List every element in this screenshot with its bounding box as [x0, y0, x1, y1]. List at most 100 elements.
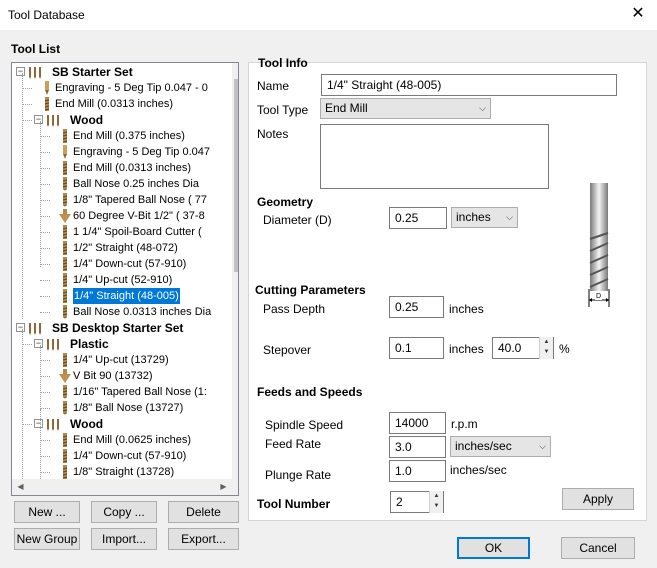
stepover-percent-field[interactable]: 40.0 ▲ ▼: [492, 337, 554, 359]
tree-connector: [40, 216, 50, 217]
tree-horizontal-scrollbar[interactable]: ◀ ▶: [12, 479, 232, 495]
feed-rate-units-select[interactable]: inches/sec ⌵: [450, 436, 551, 457]
tool-tree[interactable]: − SB Starter Set Engraving - 5 Deg Tip 0.0…: [11, 62, 239, 496]
notes-field[interactable]: [320, 124, 549, 189]
tool-group-icon: [28, 65, 42, 79]
feed-rate-field[interactable]: 3.0: [389, 436, 446, 458]
tree-tool-row[interactable]: End Mill (0.0313 inches): [12, 160, 232, 176]
tree-tool-row[interactable]: Ball Nose 0.25 inches Dia: [12, 176, 232, 192]
tree-tool-row[interactable]: 1/4" Straight (48-005): [12, 288, 232, 304]
tree-tool-row[interactable]: Engraving - 5 Deg Tip 0.047: [12, 144, 232, 160]
ball-nose-icon: [58, 193, 72, 207]
close-icon[interactable]: ✕: [627, 4, 649, 24]
copy-tool-button[interactable]: Copy ...: [91, 501, 157, 523]
end-mill-icon: [58, 353, 72, 367]
stepover-percent-value: 40.0: [498, 341, 522, 355]
tree-connector: [40, 280, 50, 281]
collapse-icon[interactable]: −: [16, 67, 25, 76]
end-mill-icon: [58, 225, 72, 239]
tree-tool-row[interactable]: 1/8" Tapered Ball Nose ( 77: [12, 192, 232, 208]
stepover-percent-unit: %: [559, 342, 570, 356]
tree-tool-row[interactable]: 1/16" Tapered Ball Nose (1:: [12, 384, 232, 400]
tree-tool-row[interactable]: Ball Nose 0.0313 inches Dia: [12, 304, 232, 320]
tree-row-label: End Mill (0.0625 inches): [73, 434, 192, 446]
end-mill-icon: [58, 449, 72, 463]
scroll-left-icon[interactable]: ◀: [12, 479, 29, 495]
tree-connector: [22, 424, 32, 425]
import-button[interactable]: Import...: [91, 528, 157, 550]
cancel-button[interactable]: Cancel: [561, 537, 635, 559]
chevron-down-icon: ⌵: [539, 441, 546, 451]
collapse-icon[interactable]: −: [16, 323, 25, 332]
tree-tool-row[interactable]: 1/4" Up-cut (52-910): [12, 272, 232, 288]
diameter-units-select[interactable]: inches ⌵: [451, 207, 518, 228]
tree-tool-row[interactable]: 1/4" Down-cut (57-910): [12, 256, 232, 272]
tree-row-label: 1/16" Tapered Ball Nose (1:: [73, 386, 207, 398]
title-bar: Tool Database ✕: [0, 0, 657, 30]
tree-tool-row[interactable]: 1 1/4" Spoil-Board Cutter (: [12, 224, 232, 240]
tree-connector: [22, 88, 32, 89]
scroll-right-icon[interactable]: ▶: [215, 479, 232, 495]
collapse-icon[interactable]: −: [34, 115, 43, 124]
ok-button[interactable]: OK: [457, 537, 530, 559]
tree-tool-row[interactable]: 1/8" Ball Nose (13727): [12, 400, 232, 416]
plunge-rate-label: Plunge Rate: [265, 468, 332, 482]
tree-row-label: 1/8" Tapered Ball Nose ( 77: [73, 194, 207, 206]
tree-connector: [22, 120, 32, 121]
spin-down-icon[interactable]: ▼: [540, 347, 553, 357]
tree-group-row[interactable]: − Plastic: [12, 336, 232, 352]
tree-row-label: 1/8" Ball Nose (13727): [73, 402, 184, 414]
tree-group-row[interactable]: − SB Starter Set: [12, 64, 232, 80]
new-group-button[interactable]: New Group: [14, 528, 80, 550]
tree-row-label: End Mill (0.0313 inches): [55, 98, 174, 110]
pass-depth-field[interactable]: 0.25: [389, 296, 444, 318]
tool-number-label: Tool Number: [257, 497, 331, 511]
diameter-field[interactable]: 0.25: [389, 207, 447, 229]
tree-tool-row[interactable]: 1/4" Up-cut (13729): [12, 352, 232, 368]
spin-up-icon[interactable]: ▲: [430, 491, 443, 501]
tree-group-row[interactable]: − Wood: [12, 416, 232, 432]
tree-connector: [40, 312, 50, 313]
tree-tool-row[interactable]: 1/8" Straight (13728): [12, 464, 232, 479]
name-field[interactable]: 1/4" Straight (48-005): [321, 74, 617, 96]
stepover-field[interactable]: 0.1: [389, 337, 444, 359]
tree-group-row[interactable]: − SB Desktop Starter Set: [12, 320, 232, 336]
tree-row-label: 60 Degree V-Bit 1/2" ( 37-8: [73, 210, 205, 222]
tool-type-select[interactable]: End Mill ⌵: [320, 98, 491, 119]
tree-tool-row[interactable]: Engraving - 5 Deg Tip 0.047 - 0: [12, 80, 232, 96]
tree-tool-row[interactable]: End Mill (0.375 inches): [12, 128, 232, 144]
tree-tool-row[interactable]: V Bit 90 (13732): [12, 368, 232, 384]
tool-number-field[interactable]: 2 ▲ ▼: [390, 491, 444, 513]
plunge-rate-field[interactable]: 1.0: [389, 460, 446, 482]
tree-tool-row[interactable]: End Mill (0.0625 inches): [12, 432, 232, 448]
tree-group-row[interactable]: − Wood: [12, 112, 232, 128]
tree-row-label: Engraving - 5 Deg Tip 0.047: [73, 146, 210, 158]
tree-vertical-scrollbar[interactable]: ▲ ▼: [232, 63, 238, 479]
tree-tool-row[interactable]: 1/2" Straight (48-072): [12, 240, 232, 256]
spindle-speed-field[interactable]: 14000: [389, 412, 446, 434]
scroll-thumb[interactable]: [234, 79, 238, 272]
stepover-spinner[interactable]: ▲ ▼: [539, 337, 553, 359]
tree-tool-row[interactable]: End Mill (0.0313 inches): [12, 96, 232, 112]
tree-connector: [22, 104, 32, 105]
plunge-rate-unit: inches/sec: [450, 463, 507, 477]
tree-tool-row[interactable]: 1/4" Down-cut (57-910): [12, 448, 232, 464]
tree-row-label: Plastic: [70, 337, 109, 351]
scroll-down-icon[interactable]: ▼: [232, 463, 238, 479]
export-button[interactable]: Export...: [168, 528, 239, 550]
scroll-up-icon[interactable]: ▲: [232, 63, 238, 79]
spin-down-icon[interactable]: ▼: [430, 501, 443, 511]
delete-tool-button[interactable]: Delete: [168, 501, 239, 523]
tree-rows: − SB Starter Set Engraving - 5 Deg Tip 0.0…: [12, 63, 232, 479]
tool-number-spinner[interactable]: ▲ ▼: [429, 491, 443, 513]
tree-row-label: End Mill (0.375 inches): [73, 130, 185, 142]
collapse-icon[interactable]: −: [34, 419, 43, 428]
tree-connector: [22, 344, 32, 345]
tree-tool-row[interactable]: 60 Degree V-Bit 1/2" ( 37-8: [12, 208, 232, 224]
new-tool-button[interactable]: New ...: [14, 501, 80, 523]
collapse-icon[interactable]: −: [34, 339, 43, 348]
spin-up-icon[interactable]: ▲: [540, 337, 553, 347]
tool-group-icon: [46, 113, 60, 127]
ball-nose-icon: [58, 305, 72, 319]
apply-button[interactable]: Apply: [562, 488, 634, 510]
